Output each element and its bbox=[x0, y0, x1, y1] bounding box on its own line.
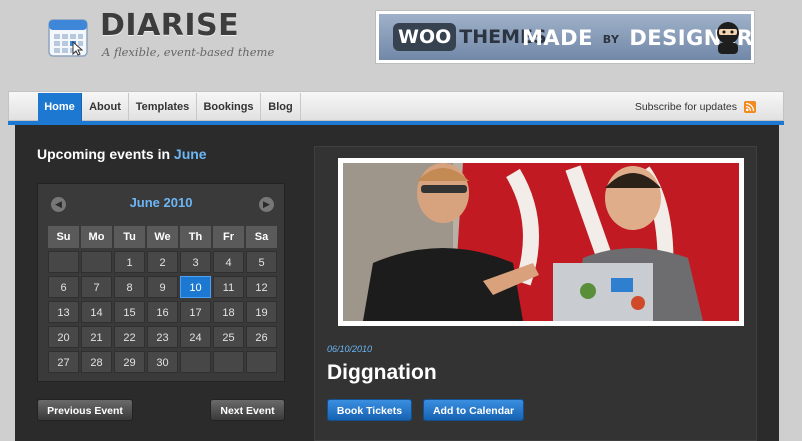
site-title[interactable]: DIARISE bbox=[100, 8, 239, 43]
calendar-empty-cell bbox=[213, 351, 244, 373]
calendar-day[interactable]: 28 bbox=[81, 351, 112, 373]
book-tickets-button[interactable]: Book Tickets bbox=[327, 399, 412, 421]
calendar-day[interactable]: 2 bbox=[147, 251, 178, 273]
calendar-day[interactable]: 27 bbox=[48, 351, 79, 373]
woo-text: WOO bbox=[393, 23, 457, 51]
calendar-empty-cell bbox=[180, 351, 211, 373]
calendar-day[interactable]: 4 bbox=[213, 251, 244, 273]
event-photo-image bbox=[343, 163, 739, 321]
calendar-day[interactable]: 3 bbox=[180, 251, 211, 273]
calendar-day[interactable]: 20 bbox=[48, 326, 79, 348]
next-event-button[interactable]: Next Event bbox=[210, 399, 285, 421]
calendar-empty-cell bbox=[81, 251, 112, 273]
nav-bookings[interactable]: Bookings bbox=[197, 93, 261, 121]
calendar-day[interactable]: 24 bbox=[180, 326, 211, 348]
subscribe-link[interactable]: Subscribe for updates bbox=[635, 92, 737, 122]
calendar-weekday-header: Mo bbox=[81, 226, 112, 248]
calendar-weekday-header: Sa bbox=[246, 226, 277, 248]
previous-event-button[interactable]: Previous Event bbox=[37, 399, 133, 421]
calendar-day[interactable]: 26 bbox=[246, 326, 277, 348]
calendar-day[interactable]: 1 bbox=[114, 251, 145, 273]
event-photo[interactable] bbox=[338, 158, 744, 326]
calendar-day[interactable]: 17 bbox=[180, 301, 211, 323]
rss-icon[interactable] bbox=[744, 101, 756, 113]
calendar-day[interactable]: 8 bbox=[114, 276, 145, 298]
upcoming-month[interactable]: June bbox=[174, 146, 207, 162]
calendar-day[interactable]: 14 bbox=[81, 301, 112, 323]
calendar-day[interactable]: 29 bbox=[114, 351, 145, 373]
ad-banner-inner: WOOTHEMES MADE BY DESIGNERS bbox=[379, 14, 751, 60]
calendar-day[interactable]: 30 bbox=[147, 351, 178, 373]
calendar-day[interactable]: 21 bbox=[81, 326, 112, 348]
main-navigation: Home About Templates Bookings Blog Subsc… bbox=[8, 91, 784, 121]
calendar-day[interactable]: 23 bbox=[147, 326, 178, 348]
calendar-day-selected[interactable]: 10 bbox=[180, 276, 211, 298]
calendar-weekday-header: Su bbox=[48, 226, 79, 248]
calendar-empty-cell bbox=[246, 351, 277, 373]
calendar-day[interactable]: 6 bbox=[48, 276, 79, 298]
event-date: 06/10/2010 bbox=[327, 344, 373, 354]
event-calendar: ◀ June 2010 ▶ Su Mo Tu We Th Fr Sa 1 2 3 4 5 6 7 8 9 10 1… bbox=[37, 183, 285, 382]
calendar-day[interactable]: 22 bbox=[114, 326, 145, 348]
calendar-weekday-header: We bbox=[147, 226, 178, 248]
calendar-day[interactable]: 12 bbox=[246, 276, 277, 298]
nav-blog[interactable]: Blog bbox=[261, 93, 301, 121]
next-month-icon[interactable]: ▶ bbox=[259, 197, 274, 212]
by-text: BY bbox=[602, 32, 620, 46]
calendar-day[interactable]: 13 bbox=[48, 301, 79, 323]
calendar-day[interactable]: 15 bbox=[114, 301, 145, 323]
nav-home[interactable]: Home bbox=[38, 93, 82, 121]
calendar-weekday-header: Th bbox=[180, 226, 211, 248]
calendar-day[interactable]: 19 bbox=[246, 301, 277, 323]
calendar-day[interactable]: 18 bbox=[213, 301, 244, 323]
calendar-logo-icon bbox=[48, 19, 88, 57]
calendar-day[interactable]: 9 bbox=[147, 276, 178, 298]
woothemes-ad-banner[interactable]: WOOTHEMES MADE BY DESIGNERS bbox=[375, 10, 755, 64]
calendar-empty-cell bbox=[48, 251, 79, 273]
made-text: MADE bbox=[522, 26, 593, 50]
calendar-day[interactable]: 11 bbox=[213, 276, 244, 298]
nav-templates[interactable]: Templates bbox=[129, 93, 197, 121]
add-to-calendar-button[interactable]: Add to Calendar bbox=[423, 399, 524, 421]
event-title[interactable]: Diggnation bbox=[327, 361, 437, 385]
calendar-month-title: June 2010 bbox=[129, 195, 193, 210]
calendar-day[interactable]: 5 bbox=[246, 251, 277, 273]
calendar-weekday-header: Tu bbox=[114, 226, 145, 248]
upcoming-prefix: Upcoming events in bbox=[37, 146, 171, 162]
upcoming-events-heading: Upcoming events in June bbox=[37, 146, 207, 162]
calendar-day[interactable]: 16 bbox=[147, 301, 178, 323]
ninja-mascot-icon bbox=[717, 22, 739, 54]
calendar-day[interactable]: 7 bbox=[81, 276, 112, 298]
nav-about[interactable]: About bbox=[82, 93, 129, 121]
calendar-weekday-header: Fr bbox=[213, 226, 244, 248]
calendar-day[interactable]: 25 bbox=[213, 326, 244, 348]
site-tagline: A flexible, event-based theme bbox=[102, 45, 275, 59]
